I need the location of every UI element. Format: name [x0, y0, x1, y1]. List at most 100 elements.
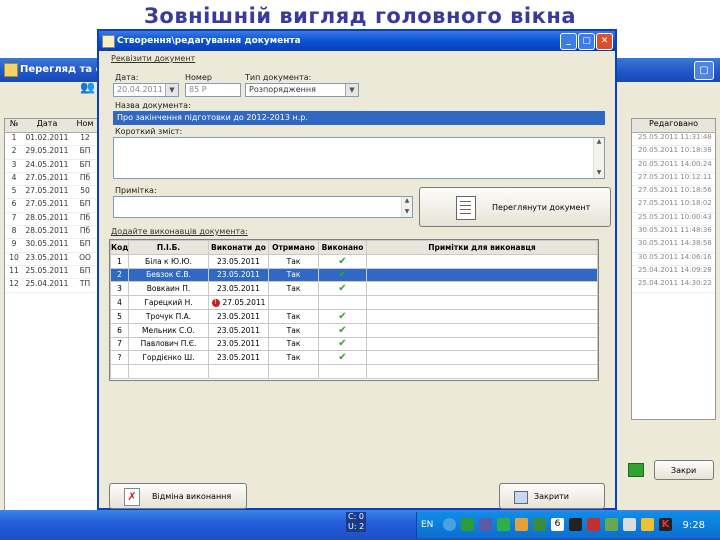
- messenger-icon[interactable]: [515, 518, 528, 531]
- table-cell: 23.05.2011: [25, 252, 69, 262]
- due-cell: 23.05.2011: [208, 281, 269, 297]
- scrollbar[interactable]: ▲ ▼: [401, 197, 412, 217]
- table-cell: БП: [79, 199, 91, 209]
- table-row[interactable]: 2 29.05.2011 БП: [5, 146, 105, 160]
- checkmark-icon: ✔: [338, 338, 347, 350]
- document-name-field[interactable]: Про закінчення підготовки до 2012-2013 н…: [113, 111, 605, 125]
- excel-icon[interactable]: [628, 463, 644, 477]
- done-cell: [318, 295, 367, 310]
- note-cell: [366, 267, 598, 283]
- maximize-icon[interactable]: ▢: [578, 33, 595, 50]
- printer-icon[interactable]: [623, 518, 636, 531]
- dialog-title: Створення\редагування документа: [117, 36, 301, 46]
- app-icon[interactable]: [479, 518, 492, 531]
- scroll-down-icon[interactable]: ▼: [402, 208, 412, 217]
- chevron-down-icon[interactable]: ▼: [165, 84, 178, 96]
- note-cell: [366, 295, 598, 310]
- table-row[interactable]: 3 24.05.2011 БП: [5, 160, 105, 173]
- date-field[interactable]: 20.04.2011 ▼: [113, 83, 179, 97]
- table-row[interactable]: 7 28.05.2011 Пб: [5, 213, 105, 227]
- table-cell: 3: [11, 159, 17, 169]
- table-row[interactable]: 6 Мельник С.О. 23.05.2011 Так ✔: [110, 322, 598, 338]
- dialog-titlebar[interactable]: Створення\редагування документа _ ▢ ✕: [99, 31, 615, 51]
- k-icon[interactable]: K: [659, 518, 672, 531]
- close-button[interactable]: Закрити: [499, 483, 605, 509]
- name-cell: Мельник С.О.: [128, 322, 209, 338]
- table-row[interactable]: 3 Вовкаин П. 23.05.2011 Так ✔: [110, 281, 598, 297]
- number-field[interactable]: 85 Р: [185, 83, 241, 97]
- cancel-execution-button[interactable]: ✗ Відміна виконання: [109, 483, 247, 509]
- table-row[interactable]: 10 23.05.2011 ОО: [5, 253, 105, 266]
- table-row[interactable]: 2 Бевзок Є.В. 23.05.2011 Так ✔: [110, 267, 598, 283]
- checkmark-icon: ✔: [338, 352, 347, 364]
- summary-textarea[interactable]: ▲ ▼: [113, 137, 605, 179]
- table-row[interactable]: 7 Павлович П.Є. 23.05.2011 Так ✔: [110, 336, 598, 352]
- network-icon[interactable]: [443, 518, 456, 531]
- scrollbar[interactable]: ▲ ▼: [593, 138, 604, 178]
- note-cell: [366, 336, 598, 352]
- close-door-icon: [514, 491, 528, 504]
- scroll-up-icon[interactable]: ▲: [402, 197, 412, 206]
- table-cell: 25.04.2011 14:30:22: [632, 279, 715, 293]
- view-document-button[interactable]: Переглянути документ: [419, 187, 611, 227]
- column-header[interactable]: Код: [110, 240, 129, 255]
- column-header[interactable]: Отримано: [268, 240, 319, 255]
- table-cell: 27.05.2011 10:18:02: [632, 199, 715, 213]
- users-icon[interactable]: 👥: [80, 80, 95, 94]
- due-cell: 23.05.2011: [208, 308, 269, 324]
- table-row[interactable]: 5 27.05.2011 50: [5, 186, 105, 200]
- folder-icon[interactable]: [641, 518, 654, 531]
- note-label: Примітка:: [115, 186, 157, 195]
- table-cell: 30.05.2011 14:38:58: [632, 239, 715, 253]
- table-row[interactable]: 12 25.04.2011 ТП: [5, 279, 105, 293]
- code-cell: 3: [110, 281, 129, 297]
- column-header[interactable]: Примітки для виконавця: [366, 240, 598, 255]
- table-row[interactable]: 11 25.05.2011 БП: [5, 266, 105, 280]
- column-header[interactable]: Виконати до: [208, 240, 269, 255]
- scroll-down-icon[interactable]: ▼: [594, 169, 604, 178]
- close-icon[interactable]: ✕: [596, 33, 613, 50]
- table-cell: 01.02.2011: [25, 133, 69, 142]
- minimize-icon[interactable]: _: [560, 33, 577, 50]
- utorrent-icon[interactable]: [461, 518, 474, 531]
- summary-label: Короткий зміст:: [115, 127, 183, 136]
- table-row[interactable]: 5 Трочук П.А. 23.05.2011 Так ✔: [110, 308, 598, 324]
- badge-icon[interactable]: 6: [551, 518, 564, 531]
- note-cell: [366, 281, 598, 297]
- table-row[interactable]: 8 28.05.2011 Пб: [5, 226, 105, 240]
- code-cell: 1: [110, 253, 129, 269]
- shield-icon[interactable]: [533, 518, 546, 531]
- chevron-down-icon[interactable]: ▼: [345, 84, 358, 96]
- table-row[interactable]: 1 Біла к Ю.Ю. 23.05.2011 Так ✔: [110, 253, 598, 269]
- table-cell: 20.05.2011 14:00:24: [632, 160, 715, 173]
- check-icon[interactable]: [497, 518, 510, 531]
- table-cell: 25.05.2011 11:31:48: [632, 133, 715, 147]
- scroll-up-icon[interactable]: ▲: [594, 138, 604, 147]
- monitor-icon[interactable]: [569, 518, 582, 531]
- background-close-button[interactable]: Закри: [654, 460, 714, 480]
- note-textarea[interactable]: ▲ ▼: [113, 196, 413, 218]
- table-row[interactable]: 4 27.05.2011 Пб: [5, 173, 105, 187]
- antivirus-icon[interactable]: [587, 518, 600, 531]
- type-select[interactable]: Розпорядження ▼: [245, 83, 359, 97]
- table-row[interactable]: 4 Гарецкий Н.! 27.05.2011: [110, 295, 598, 310]
- executors-grid[interactable]: Код П.І.Б. Виконати до Отримано Виконано…: [109, 239, 599, 381]
- documents-table[interactable]: № Дата Ном 1 01.02.2011 12 2 29.05.2011 БП 3 24.0…: [4, 118, 106, 515]
- edited-column[interactable]: Редаговано 25.05.2011 11:31:48 20.05.2011…: [631, 118, 716, 420]
- done-cell: ✔: [318, 281, 367, 297]
- cpu-line: С: 0: [348, 512, 364, 521]
- taskbar: С: 0 U: 2 EN 6 K 9:28: [0, 510, 720, 540]
- table-row[interactable]: 9 30.05.2011 БП: [5, 239, 105, 253]
- table-row[interactable]: 1 01.02.2011 12: [5, 133, 105, 147]
- column-header[interactable]: Виконано: [318, 240, 367, 255]
- due-cell: 23.05.2011: [208, 267, 269, 283]
- table-row[interactable]: ? Гордієнко Ш. 23.05.2011 Так ✔: [110, 350, 598, 366]
- clock[interactable]: 9:28: [683, 520, 705, 531]
- maximize-icon[interactable]: ▢: [694, 61, 714, 80]
- column-header[interactable]: П.І.Б.: [128, 240, 209, 255]
- update-icon[interactable]: [605, 518, 618, 531]
- table-cell: 24.05.2011: [25, 159, 69, 169]
- table-row[interactable]: 6 27.05.2011 БП: [5, 199, 105, 213]
- language-indicator[interactable]: EN: [421, 520, 433, 530]
- empty-row[interactable]: [110, 364, 598, 379]
